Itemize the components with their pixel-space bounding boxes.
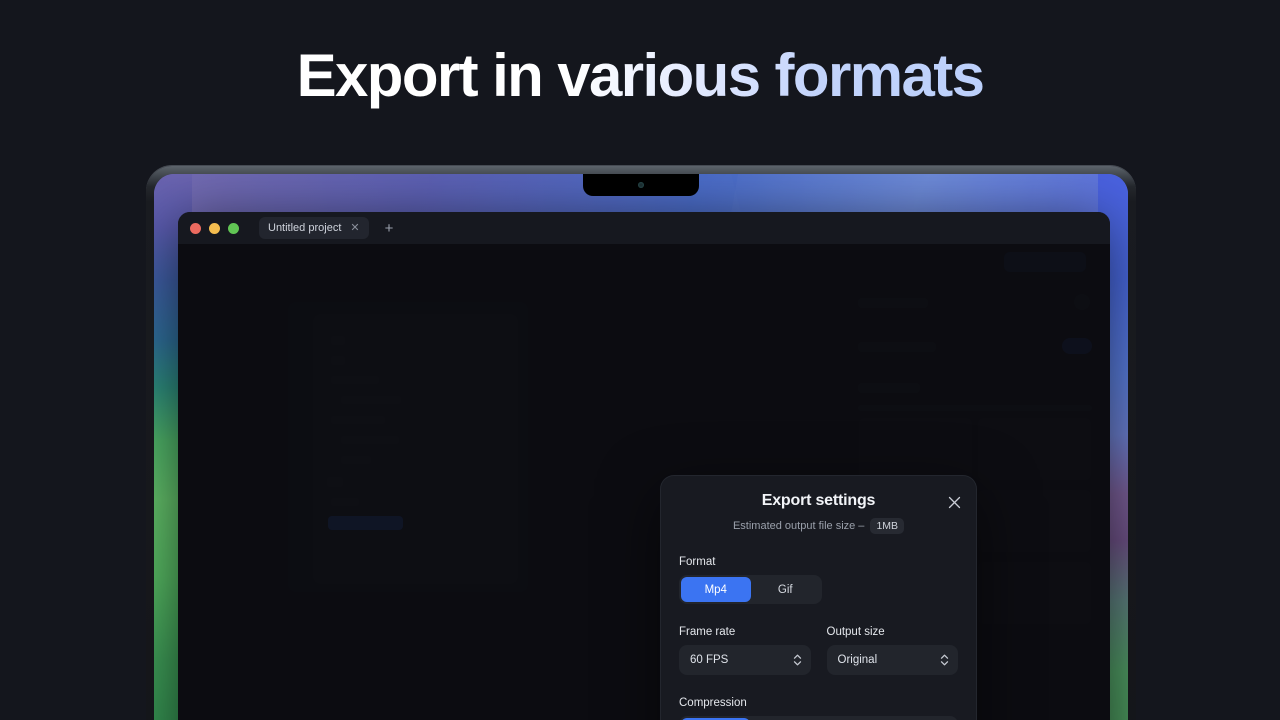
format-label: Format [679, 556, 958, 568]
output-size-label: Output size [827, 626, 959, 638]
estimated-size-row: Estimated output file size – 1MB [679, 518, 958, 534]
window-titlebar: Untitled project ✕ + [178, 212, 1110, 244]
format-segmented-control[interactable]: Mp4 Gif [679, 575, 822, 604]
close-dialog-button[interactable] [945, 493, 963, 511]
estimated-size-label: Estimated output file size – [733, 520, 864, 532]
frame-rate-value: 60 FPS [690, 654, 728, 666]
camera-icon [638, 182, 644, 188]
desktop-wallpaper: Untitled project ✕ + [154, 174, 1128, 720]
tab-close-icon[interactable]: ✕ [350, 223, 359, 234]
hero-section: Export in various formats [0, 0, 1280, 150]
maximize-window-button[interactable] [228, 223, 239, 234]
laptop-mockup: Untitled project ✕ + [146, 166, 1136, 720]
estimated-size-badge: 1MB [870, 518, 904, 534]
close-window-button[interactable] [190, 223, 201, 234]
format-option-mp4[interactable]: Mp4 [681, 577, 751, 602]
format-option-gif[interactable]: Gif [751, 577, 821, 602]
application-window: Untitled project ✕ + [178, 212, 1110, 720]
traffic-lights[interactable] [190, 223, 239, 234]
chevron-updown-icon[interactable] [793, 653, 802, 667]
export-settings-dialog: Export settings Estimated output file si… [660, 475, 977, 720]
output-size-select[interactable]: Original [827, 645, 959, 675]
frame-rate-select[interactable]: 60 FPS [679, 645, 811, 675]
laptop-notch [583, 174, 699, 196]
dialog-title: Export settings [679, 492, 958, 510]
compression-segmented-control[interactable]: Web Medium Hight Ultra [679, 716, 958, 720]
chevron-updown-icon[interactable] [940, 653, 949, 667]
page-title: Export in various formats [297, 41, 984, 110]
new-tab-icon[interactable]: + [385, 221, 394, 236]
compression-label: Compression [679, 697, 958, 709]
project-tab-label: Untitled project [268, 222, 341, 234]
project-tab[interactable]: Untitled project ✕ [259, 217, 369, 239]
frame-rate-label: Frame rate [679, 626, 811, 638]
laptop-screen-bezel: Untitled project ✕ + [154, 174, 1128, 720]
output-size-value: Original [838, 654, 878, 666]
minimize-window-button[interactable] [209, 223, 220, 234]
